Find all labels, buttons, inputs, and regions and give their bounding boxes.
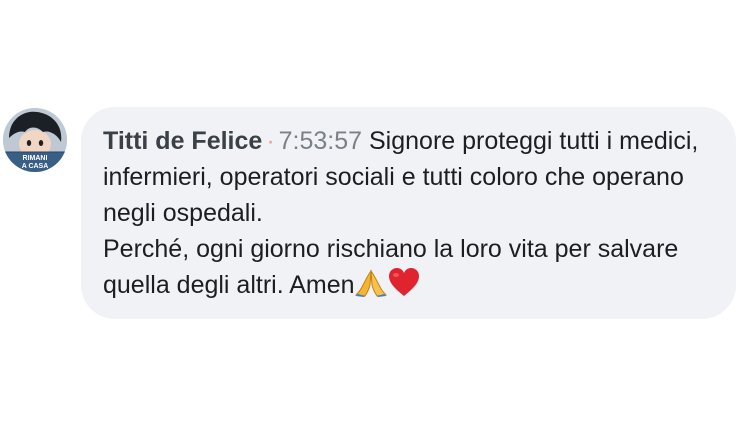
separator-dot: · bbox=[266, 127, 275, 155]
svg-text:A CASA: A CASA bbox=[22, 163, 49, 170]
praying-hands-icon bbox=[354, 269, 387, 297]
comment-author[interactable]: Titti de Felice bbox=[103, 127, 262, 155]
heart-icon bbox=[387, 267, 421, 297]
avatar[interactable]: RIMANI A CASA bbox=[3, 108, 67, 172]
svg-text:RIMANI: RIMANI bbox=[23, 155, 48, 162]
comment-bubble: Titti de Felice · 7:53:57 Signore proteggi… bbox=[81, 107, 736, 319]
avatar-image: RIMANI A CASA bbox=[3, 108, 67, 172]
comment-timestamp[interactable]: 7:53:57 bbox=[279, 127, 369, 155]
avatar-badge: RIMANI A CASA bbox=[22, 155, 49, 170]
